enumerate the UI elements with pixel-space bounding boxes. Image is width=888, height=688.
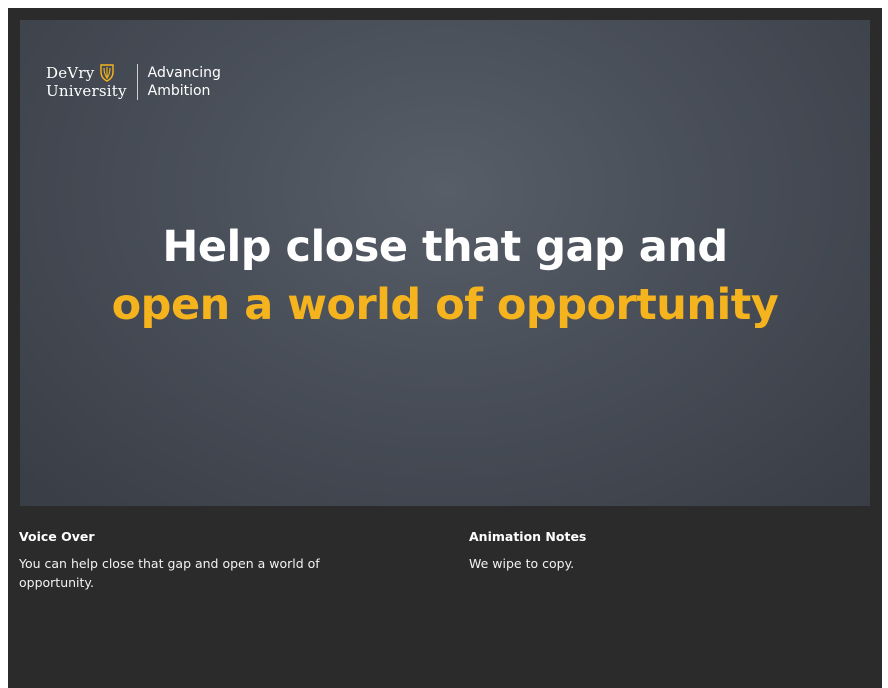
logo-tagline-line1: Advancing xyxy=(147,65,221,81)
headline-line-accent: open a world of opportunity xyxy=(111,280,779,330)
animation-notes-title: Animation Notes xyxy=(469,529,587,544)
logo-name-line2: University xyxy=(46,82,127,100)
slide-preview: DeVry University Advancing Ambition Help… xyxy=(20,20,870,506)
devry-logo: DeVry University Advancing Ambition xyxy=(46,64,221,100)
logo-tagline-line2: Ambition xyxy=(147,83,211,99)
voice-over-section: Voice Over You can help close that gap a… xyxy=(19,528,369,592)
slide-headline: Help close that gap and open a world of … xyxy=(20,218,870,334)
logo-divider xyxy=(136,64,138,100)
storyboard-frame: DeVry University Advancing Ambition Help… xyxy=(8,8,882,688)
voice-over-title: Voice Over xyxy=(19,529,95,544)
logo-tagline: Advancing Ambition xyxy=(148,64,221,100)
logo-wordmark: DeVry University xyxy=(46,64,127,100)
logo-name-line1: DeVry xyxy=(46,64,95,82)
shield-icon xyxy=(100,64,115,82)
headline-line-white: Help close that gap and xyxy=(162,222,728,272)
voice-over-text: You can help close that gap and open a w… xyxy=(19,556,320,590)
animation-notes-section: Animation Notes We wipe to copy. xyxy=(469,528,829,573)
animation-notes-text: We wipe to copy. xyxy=(469,556,575,571)
